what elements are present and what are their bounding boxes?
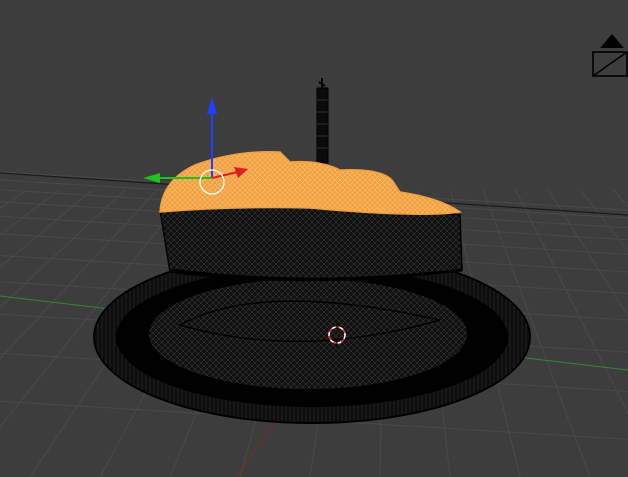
cake-body[interactable] [159, 202, 463, 282]
grid-line [0, 189, 60, 236]
view-cube-icon[interactable] [590, 30, 628, 80]
cake-top-selected[interactable] [159, 151, 462, 215]
candle[interactable] [316, 78, 329, 164]
3d-viewport[interactable] [0, 0, 628, 477]
grid-line [0, 189, 28, 210]
grid-line [613, 189, 628, 207]
scene-canvas[interactable] [0, 0, 628, 477]
